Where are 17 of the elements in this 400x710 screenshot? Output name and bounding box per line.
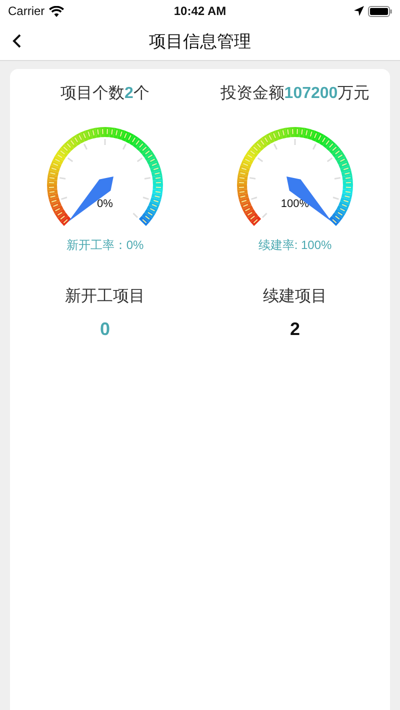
count-value: 2 <box>290 319 300 340</box>
battery-icon <box>368 6 392 16</box>
wifi-icon <box>48 6 64 16</box>
carrier-name: Carrier <box>8 4 45 18</box>
status-time: 10:42 AM <box>174 4 226 18</box>
summary-text: 投资金额107200万元 <box>220 84 370 104</box>
count-label: 续建项目 <box>263 286 327 307</box>
location-icon <box>354 6 364 16</box>
gauge-needle <box>68 176 114 222</box>
gauge-caption: 新开工率：0% <box>66 237 144 254</box>
back-icon <box>12 33 22 49</box>
count-label: 新开工项目 <box>65 286 145 307</box>
gauge-reading: 0% <box>97 198 113 210</box>
summary-text: 项目个数2个 <box>60 84 150 104</box>
gauge-caption: 续建率: 100% <box>258 237 332 254</box>
page-title: 项目信息管理 <box>149 30 251 52</box>
count-value: 0 <box>100 319 110 340</box>
